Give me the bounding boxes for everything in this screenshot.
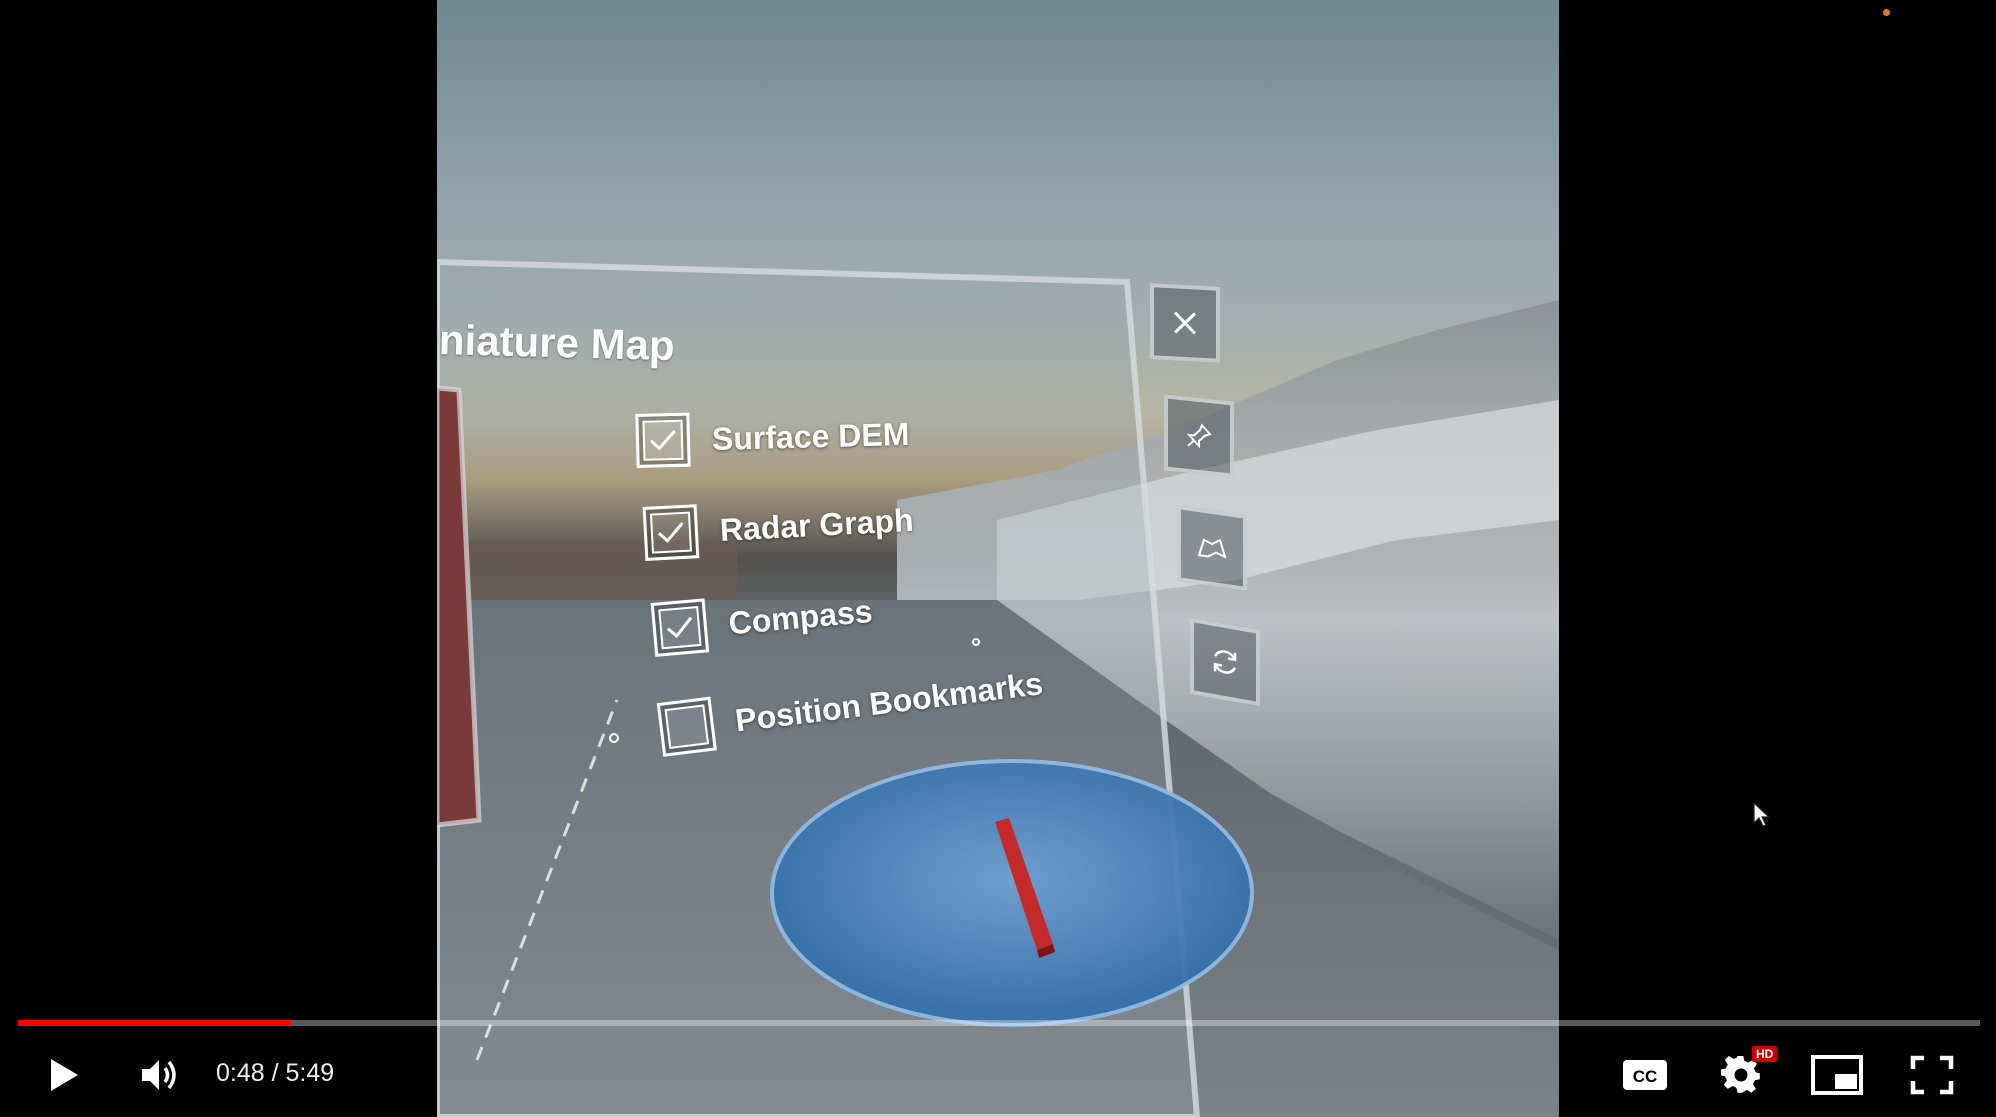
- play-icon: [51, 1059, 78, 1091]
- vr-panel-title: niature Map: [438, 316, 676, 370]
- recording-indicator: [1883, 9, 1890, 16]
- vr-pin-button[interactable]: [1164, 394, 1234, 478]
- hd-badge: HD: [1752, 1046, 1778, 1062]
- vr-option-label: Compass: [727, 592, 874, 641]
- map-icon: [1197, 538, 1227, 559]
- captions-button[interactable]: CC: [1614, 1040, 1676, 1110]
- svg-text:CC: CC: [1633, 1067, 1658, 1086]
- checkbox-radar-graph[interactable]: [642, 504, 700, 561]
- vr-option-label: Surface DEM: [711, 415, 910, 457]
- closed-captions-icon: CC: [1623, 1060, 1667, 1090]
- checkmark-icon: [657, 522, 684, 543]
- vr-option-label: Radar Graph: [718, 501, 915, 548]
- vr-map-button[interactable]: [1177, 505, 1247, 591]
- progress-bar[interactable]: [18, 1020, 1980, 1026]
- fullscreen-icon: [1910, 1055, 1954, 1095]
- checkbox-position-bookmarks[interactable]: [656, 696, 717, 757]
- checkbox-surface-dem[interactable]: [635, 412, 691, 468]
- fullscreen-button[interactable]: [1900, 1040, 1964, 1110]
- progress-played: [18, 1020, 291, 1026]
- volume-icon: [142, 1060, 176, 1090]
- checkmark-icon: [649, 429, 676, 451]
- checkmark-icon: [666, 616, 693, 639]
- mouse-cursor-icon: [1753, 802, 1771, 827]
- vr-option-surface-dem[interactable]: Surface DEM: [635, 407, 910, 468]
- time-display: 0:48 / 5:49: [216, 1059, 335, 1087]
- mute-button[interactable]: [130, 1040, 190, 1110]
- close-icon: [1173, 311, 1197, 335]
- vr-scene: [437, 258, 1559, 1117]
- play-button[interactable]: [36, 1040, 92, 1110]
- checkbox-compass[interactable]: [650, 598, 710, 657]
- refresh-icon: [1213, 650, 1237, 674]
- video-frame[interactable]: niature Map Surface DEM Radar Graph Comp…: [437, 0, 1559, 1117]
- miniplayer-button[interactable]: [1806, 1040, 1868, 1110]
- pin-icon: [1186, 423, 1212, 449]
- vr-refresh-button[interactable]: [1190, 617, 1260, 707]
- miniplayer-icon: [1811, 1055, 1863, 1095]
- vr-close-button[interactable]: [1150, 283, 1220, 363]
